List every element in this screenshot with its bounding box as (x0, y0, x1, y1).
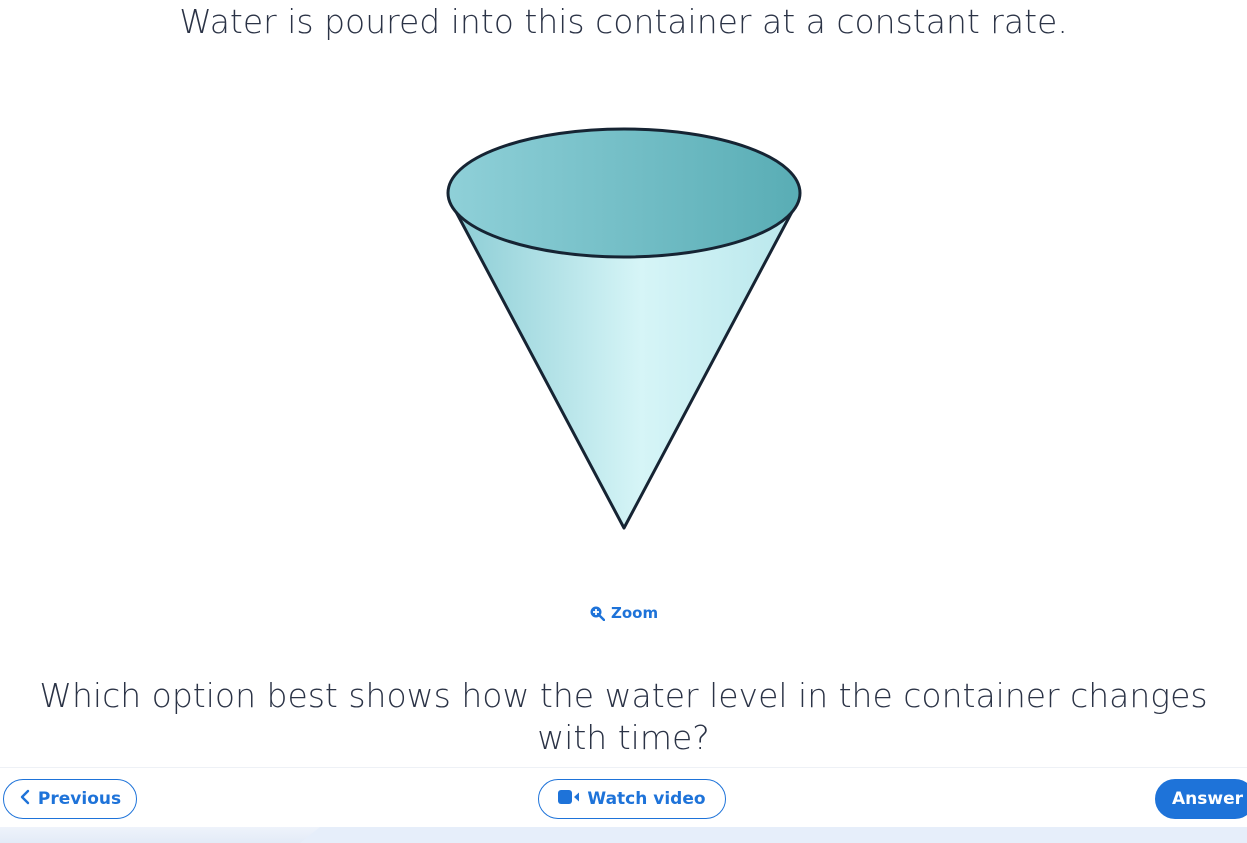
bottom-band (0, 827, 1247, 843)
video-camera-icon (558, 789, 580, 809)
cone-opening (446, 127, 802, 259)
question-text: Water is poured into this container at a… (179, 2, 1068, 41)
cone-diagram (446, 127, 802, 530)
answer-button[interactable]: Answer (1155, 779, 1247, 819)
question-page: Water is poured into this container at a… (0, 0, 1247, 843)
cone-container-figure (440, 122, 808, 536)
zoom-in-icon (589, 605, 605, 621)
bottom-band-shade (300, 827, 1247, 843)
zoom-label: Zoom (611, 604, 659, 622)
previous-label: Previous (37, 789, 122, 809)
answer-label: Answer (1172, 789, 1243, 809)
watch-video-button[interactable]: Watch video (538, 779, 726, 819)
previous-button[interactable]: Previous (3, 779, 137, 819)
watch-video-label: Watch video (587, 789, 706, 809)
prompt-text: Which option best shows how the water le… (39, 676, 1208, 757)
zoom-link[interactable]: Zoom (589, 604, 658, 622)
bottom-toolbar: Previous Watch video Answer (0, 767, 1247, 827)
chevron-left-icon (19, 789, 31, 810)
